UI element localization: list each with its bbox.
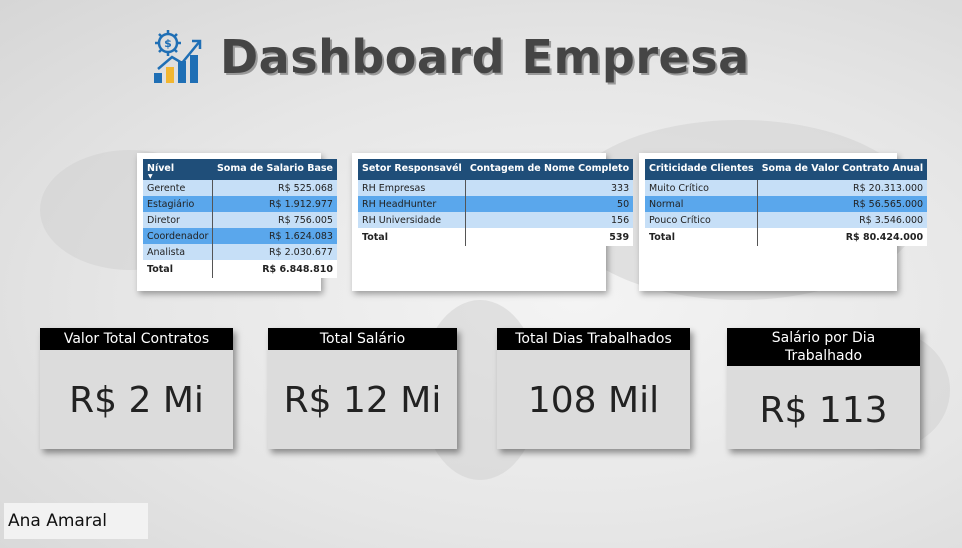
table-cell: 333: [465, 180, 634, 196]
table-cell: Total: [645, 228, 759, 246]
kpi-value: R$ 12 Mi: [283, 380, 442, 421]
table-cell: Muito Crítico: [645, 180, 759, 196]
dashboard-header: $ Dashboard Empresa: [148, 24, 750, 90]
dashboard-canvas: $ Dashboard Empresa Nível Soma de Salari…: [0, 0, 962, 548]
kpi-card-total-dias-trabalhados[interactable]: Total Dias Trabalhados 108 Mil: [497, 328, 690, 449]
dollar-gear-growth-chart-icon: $: [154, 30, 202, 83]
table-cell: R$ 3.546.000: [757, 212, 928, 228]
page-title: Dashboard Empresa: [220, 30, 750, 84]
table-grid: Setor Responsavél Contagem de Nome Compl…: [358, 159, 634, 246]
table-cell: 156: [465, 212, 634, 228]
table-cell: 539: [465, 228, 634, 246]
column-header[interactable]: Nível: [143, 159, 213, 180]
table-row[interactable]: Pouco Crítico R$ 3.546.000: [645, 212, 928, 228]
kpi-label: Valor Total Contratos: [40, 328, 233, 350]
table-cell: Gerente: [143, 180, 214, 196]
table-row[interactable]: Estagiário R$ 1.912.977: [143, 196, 337, 212]
kpi-card-salario-por-dia[interactable]: Salário por Dia Trabalhado R$ 113: [727, 328, 920, 449]
column-header[interactable]: Soma de Valor Contrato Anual: [757, 159, 928, 180]
table-cell: Diretor: [143, 212, 214, 228]
table-row[interactable]: Normal R$ 56.565.000: [645, 196, 928, 212]
table-cell: 50: [465, 196, 634, 212]
table-cell: R$ 1.912.977: [212, 196, 337, 212]
table-cell: R$ 6.848.810: [212, 260, 337, 278]
kpi-value: R$ 113: [759, 390, 888, 431]
table-cell: R$ 756.005: [212, 212, 337, 228]
table-cell: Total: [143, 260, 214, 278]
kpi-label: Total Dias Trabalhados: [497, 328, 690, 350]
table-row[interactable]: RH HeadHunter 50: [358, 196, 634, 212]
table-grid: Criticidade Clientes Soma de Valor Contr…: [645, 159, 928, 246]
table-row[interactable]: Diretor R$ 756.005: [143, 212, 337, 228]
table-total-row: Total R$ 80.424.000: [645, 228, 928, 246]
table-cell: Coordenador: [143, 228, 214, 244]
table-row[interactable]: Analista R$ 2.030.677: [143, 244, 337, 260]
kpi-card-total-salario[interactable]: Total Salário R$ 12 Mi: [268, 328, 457, 449]
column-header[interactable]: Setor Responsavél: [358, 159, 466, 180]
table-cell: Estagiário: [143, 196, 214, 212]
table-cell: R$ 56.565.000: [757, 196, 928, 212]
author-name: Ana Amaral: [4, 503, 148, 539]
table-criticidade-contrato: Criticidade Clientes Soma de Valor Contr…: [639, 153, 928, 291]
table-row[interactable]: Muito Crítico R$ 20.313.000: [645, 180, 928, 196]
table-nivel-salario: Nível Soma de Salario Base GerenteR$ 525…: [137, 153, 337, 291]
kpi-card-valor-total-contratos[interactable]: Valor Total Contratos R$ 2 Mi: [40, 328, 233, 449]
table-cell: R$ 525.068: [212, 180, 337, 196]
table-total-row: Total 539: [358, 228, 634, 246]
table-cell: R$ 80.424.000: [757, 228, 928, 246]
kpi-label: Salário por Dia Trabalhado: [727, 328, 920, 366]
svg-text:$: $: [164, 37, 172, 50]
table-cell: Total: [358, 228, 467, 246]
table-row[interactable]: Gerente R$ 525.068: [143, 180, 337, 196]
kpi-value: 108 Mil: [527, 380, 660, 421]
table-setor-contagem: Setor Responsavél Contagem de Nome Compl…: [352, 153, 634, 291]
table-cell: Analista: [143, 244, 214, 260]
table-cell: Pouco Crítico: [645, 212, 759, 228]
table-cell: RH HeadHunter: [358, 196, 467, 212]
column-header[interactable]: Criticidade Clientes: [645, 159, 758, 180]
table-row[interactable]: RH Universidade 156: [358, 212, 634, 228]
table-total-row: Total R$ 6.848.810: [143, 260, 337, 278]
table-cell: R$ 2.030.677: [212, 244, 337, 260]
table-cell: RH Universidade: [358, 212, 467, 228]
table-cell: R$ 1.624.083: [212, 228, 337, 244]
column-header[interactable]: Soma de Salario Base: [212, 159, 337, 180]
table-cell: RH Empresas: [358, 180, 467, 196]
table-grid: Nível Soma de Salario Base GerenteR$ 525…: [143, 159, 337, 278]
table-cell: Normal: [645, 196, 759, 212]
table-header-row: Setor Responsavél Contagem de Nome Compl…: [358, 159, 634, 180]
table-header-row: Criticidade Clientes Soma de Valor Contr…: [645, 159, 928, 180]
table-row[interactable]: RH Empresas 333: [358, 180, 634, 196]
table-header-row: Nível Soma de Salario Base: [143, 159, 337, 180]
kpi-value: R$ 2 Mi: [69, 380, 204, 421]
table-cell: R$ 20.313.000: [757, 180, 928, 196]
column-header[interactable]: Contagem de Nome Completo: [465, 159, 634, 180]
table-row[interactable]: Coordenador R$ 1.624.083: [143, 228, 337, 244]
kpi-label: Total Salário: [268, 328, 457, 350]
